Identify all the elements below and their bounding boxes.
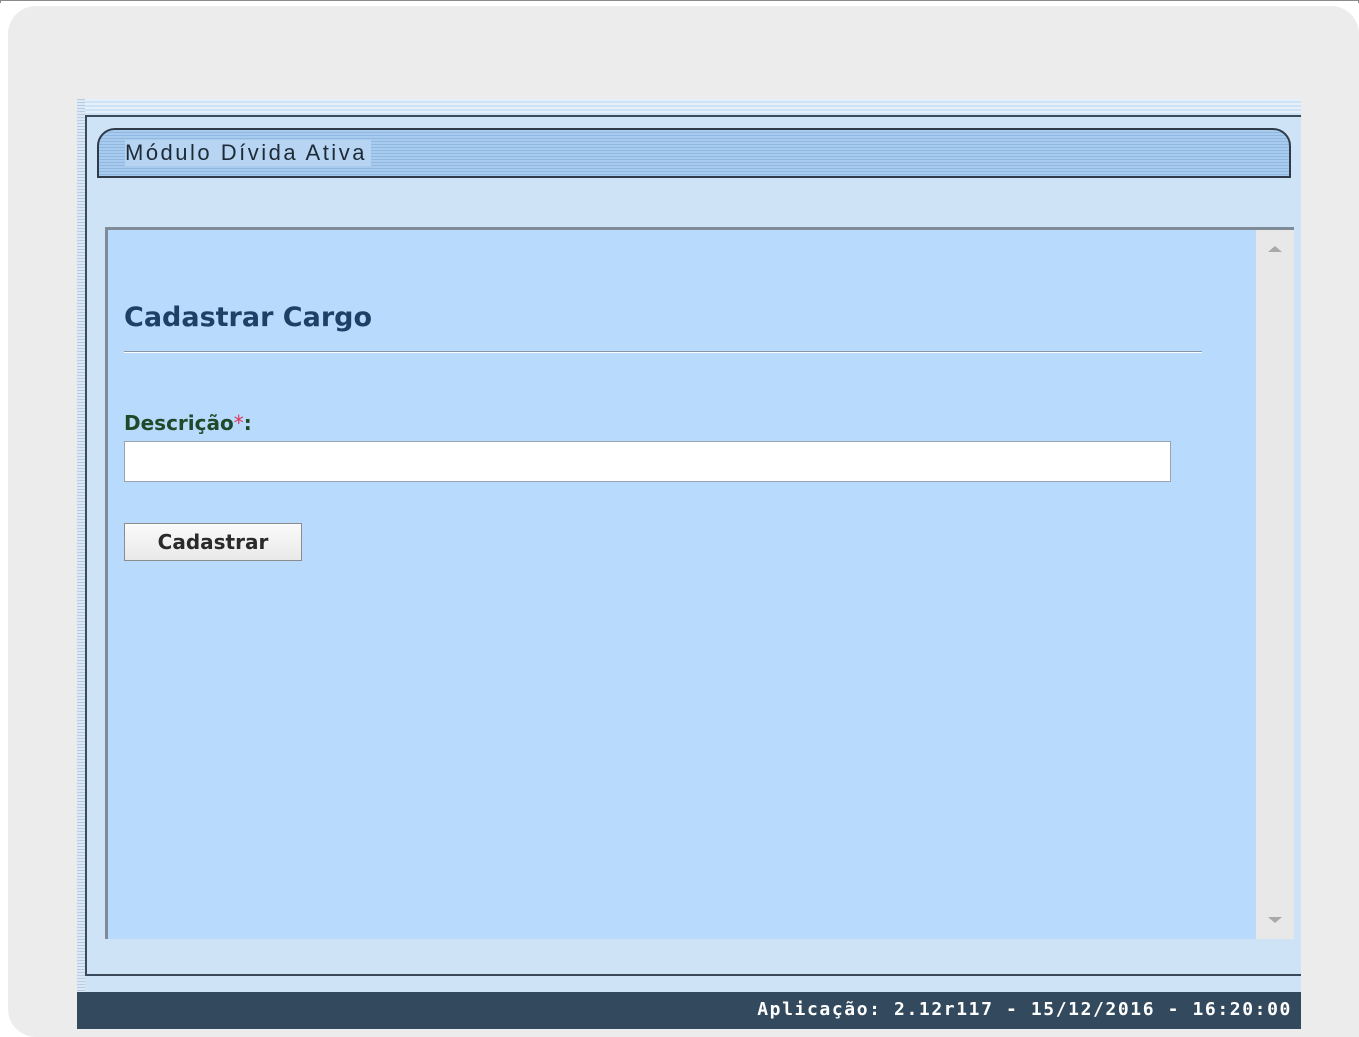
description-label: Descrição*: (124, 411, 252, 435)
content-scrollbar[interactable] (1256, 230, 1294, 939)
module-header: Módulo Dívida Ativa (97, 128, 1291, 178)
cadastrar-button[interactable]: Cadastrar (124, 523, 302, 561)
page-title: Cadastrar Cargo (124, 302, 373, 333)
required-marker: * (233, 411, 244, 435)
scroll-up-arrow-icon[interactable] (1268, 246, 1282, 252)
app-version-info: Aplicação: 2.12r117 - 15/12/2016 - 16:20… (757, 999, 1292, 1020)
module-title: Módulo Dívida Ativa (125, 140, 371, 166)
scroll-down-arrow-icon[interactable] (1268, 917, 1282, 923)
description-input[interactable] (124, 441, 1171, 482)
status-bar: Aplicação: 2.12r117 - 15/12/2016 - 16:20… (77, 992, 1301, 1029)
content-frame: Cadastrar Cargo Descrição*: Cadastrar (105, 227, 1294, 939)
app-panel: Módulo Dívida Ativa Cadastrar Cargo Desc… (77, 99, 1301, 992)
description-label-text: Descrição (124, 411, 234, 435)
window-top-border (0, 0, 1359, 3)
label-suffix: : (243, 411, 252, 435)
title-divider (124, 351, 1202, 353)
panel-stripes-top (77, 99, 1301, 113)
panel-stripes-left (77, 99, 85, 992)
